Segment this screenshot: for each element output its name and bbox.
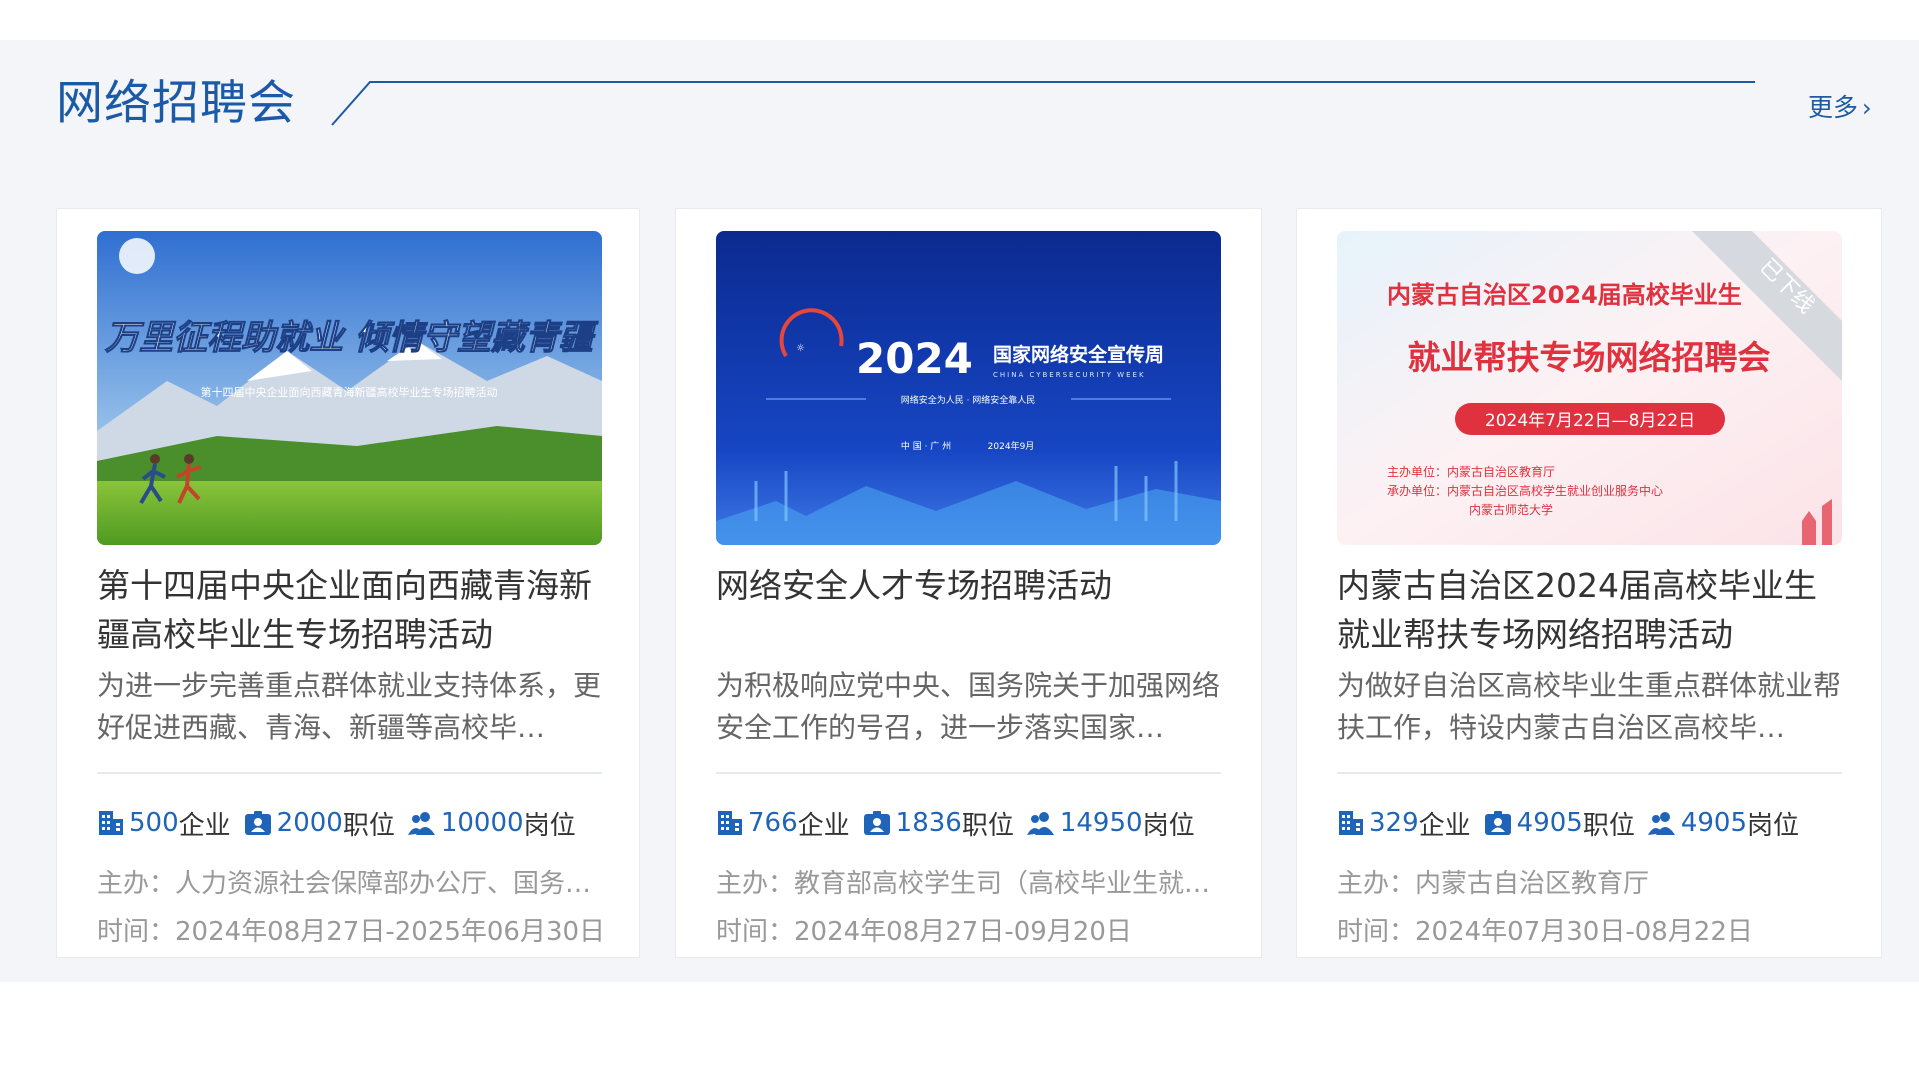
banner-location: 中 国 · 广 州 bbox=[901, 440, 951, 452]
chevron-right-icon: › bbox=[1862, 94, 1872, 122]
users-icon bbox=[407, 812, 435, 835]
stat-openings-value: 14950 bbox=[1059, 808, 1143, 838]
stat-positions: 4905 职位 bbox=[1483, 805, 1635, 842]
card-stats: 329 企业 4905 职位 4905 岗位 bbox=[1337, 803, 1857, 843]
stat-openings-unit: 岗位 bbox=[523, 810, 576, 841]
stat-openings-unit: 岗位 bbox=[1747, 810, 1800, 841]
building-icon bbox=[718, 811, 742, 835]
card-divider bbox=[1337, 772, 1842, 774]
card-banner-image[interactable]: 内蒙古自治区2024届高校毕业生 就业帮扶专场网络招聘会 2024年7月22日—… bbox=[1337, 231, 1842, 545]
stat-openings: 4905 岗位 bbox=[1647, 805, 1799, 842]
svg-text:☼: ☼ bbox=[796, 343, 805, 354]
stat-positions-unit: 职位 bbox=[1582, 810, 1635, 841]
card-host: 主办：内蒙古自治区教育厅 bbox=[1337, 869, 1650, 899]
stat-companies-unit: 企业 bbox=[1418, 810, 1471, 841]
card-divider bbox=[716, 772, 1221, 774]
banner-date: 2024年7月22日—8月22日 bbox=[1485, 411, 1695, 431]
stat-companies: 500 企业 bbox=[97, 805, 231, 842]
banner-headline: 国家网络安全宣传周 bbox=[993, 343, 1164, 366]
banner-slogan: 网络安全为人民 · 网络安全靠人民 bbox=[901, 394, 1036, 406]
stat-companies-unit: 企业 bbox=[178, 810, 231, 841]
stat-companies: 329 企业 bbox=[1337, 805, 1471, 842]
card-banner-image[interactable]: ☼ 2024 国家网络安全宣传周 CHINA CYBERSECURITY WEE… bbox=[716, 231, 1221, 545]
card-time: 时间：2024年07月30日-08月22日 bbox=[1337, 917, 1753, 947]
banner-date: 2024年9月 bbox=[988, 440, 1035, 452]
banner-line1: 内蒙古自治区2024届高校毕业生 bbox=[1387, 281, 1742, 309]
id-card-icon bbox=[1484, 811, 1511, 835]
card-host: 主办：人力资源社会保障部办公厅、国务院… bbox=[97, 869, 607, 899]
stat-openings: 14950 岗位 bbox=[1026, 805, 1195, 842]
job-fair-card[interactable]: 内蒙古自治区2024届高校毕业生 就业帮扶专场网络招聘会 2024年7月22日—… bbox=[1296, 208, 1882, 958]
card-stats: 766 企业 1836 职位 14950 岗位 bbox=[716, 803, 1236, 843]
banner-undertaker: 承办单位：内蒙古自治区高校学生就业创业服务中心 bbox=[1387, 483, 1663, 498]
id-card-icon bbox=[863, 811, 890, 835]
stat-positions-value: 2000 bbox=[276, 808, 343, 838]
title-decoration-line bbox=[331, 81, 1755, 126]
card-banner-image[interactable]: 万里征程助就业 倾情守望藏青疆 第十四届中央企业面向西藏青海新疆高校毕业生专场招… bbox=[97, 231, 602, 545]
more-link[interactable]: 更多 › bbox=[1808, 88, 1872, 124]
stat-positions-unit: 职位 bbox=[961, 810, 1014, 841]
users-icon bbox=[1026, 812, 1054, 835]
stat-positions-unit: 职位 bbox=[342, 810, 395, 841]
stat-openings: 10000 岗位 bbox=[407, 805, 576, 842]
stat-positions: 2000 职位 bbox=[243, 805, 395, 842]
section-title: 网络招聘会 bbox=[56, 76, 296, 131]
users-icon bbox=[1647, 812, 1675, 835]
stat-companies-value: 500 bbox=[129, 808, 179, 838]
banner-line2: 就业帮扶专场网络招聘会 bbox=[1408, 338, 1771, 377]
building-icon bbox=[1339, 811, 1363, 835]
card-description: 为积极响应党中央、国务院关于加强网络安全工作的号召，进一步落实国家… bbox=[716, 669, 1221, 744]
card-title[interactable]: 网络安全人才专场招聘活动 bbox=[716, 561, 1226, 610]
banner-english: CHINA CYBERSECURITY WEEK bbox=[993, 371, 1146, 379]
banner-headline: 万里征程助就业 倾情守望藏青疆 bbox=[104, 318, 599, 358]
more-label: 更多 bbox=[1808, 93, 1859, 122]
stat-openings-value: 10000 bbox=[440, 808, 524, 838]
stat-companies-value: 329 bbox=[1369, 808, 1419, 838]
card-title[interactable]: 内蒙古自治区2024届高校毕业生就业帮扶专场网络招聘活动 bbox=[1337, 561, 1847, 659]
job-fair-section: 网络招聘会 更多 › 万里征程助就业 倾情守望藏青疆 第十四届中央企业面向西藏青… bbox=[0, 40, 1919, 982]
stat-companies-value: 766 bbox=[748, 808, 798, 838]
card-host: 主办：教育部高校学生司（高校毕业生就业… bbox=[716, 869, 1226, 899]
card-divider bbox=[97, 772, 602, 774]
card-time: 时间：2024年08月27日-09月20日 bbox=[716, 917, 1132, 947]
stat-positions: 1836 职位 bbox=[862, 805, 1014, 842]
stat-positions-value: 4905 bbox=[1516, 808, 1583, 838]
banner-undertaker2: 内蒙古师范大学 bbox=[1469, 502, 1553, 517]
building-icon bbox=[99, 811, 123, 835]
stat-openings-value: 4905 bbox=[1680, 808, 1748, 838]
card-time: 时间：2024年08月27日-2025年06月30日 bbox=[97, 917, 606, 947]
banner-subline: 第十四届中央企业面向西藏青海新疆高校毕业生专场招聘活动 bbox=[201, 385, 498, 399]
stat-companies: 766 企业 bbox=[716, 805, 850, 842]
stat-openings-unit: 岗位 bbox=[1142, 810, 1195, 841]
job-fair-card[interactable]: ☼ 2024 国家网络安全宣传周 CHINA CYBERSECURITY WEE… bbox=[675, 208, 1262, 958]
card-description: 为进一步完善重点群体就业支持体系，更好促进西藏、青海、新疆等高校毕… bbox=[97, 669, 602, 744]
card-title[interactable]: 第十四届中央企业面向西藏青海新疆高校毕业生专场招聘活动 bbox=[97, 561, 607, 659]
stat-positions-value: 1836 bbox=[895, 808, 962, 838]
card-description: 为做好自治区高校毕业生重点群体就业帮扶工作，特设内蒙古自治区高校毕… bbox=[1337, 669, 1842, 744]
banner-organizer: 主办单位：内蒙古自治区教育厅 bbox=[1387, 464, 1555, 479]
id-card-icon bbox=[244, 811, 271, 835]
banner-year: 2024 bbox=[856, 334, 973, 383]
job-fair-card[interactable]: 万里征程助就业 倾情守望藏青疆 第十四届中央企业面向西藏青海新疆高校毕业生专场招… bbox=[56, 208, 640, 958]
card-stats: 500 企业 2000 职位 10000 岗位 bbox=[97, 803, 617, 843]
stat-companies-unit: 企业 bbox=[797, 810, 850, 841]
